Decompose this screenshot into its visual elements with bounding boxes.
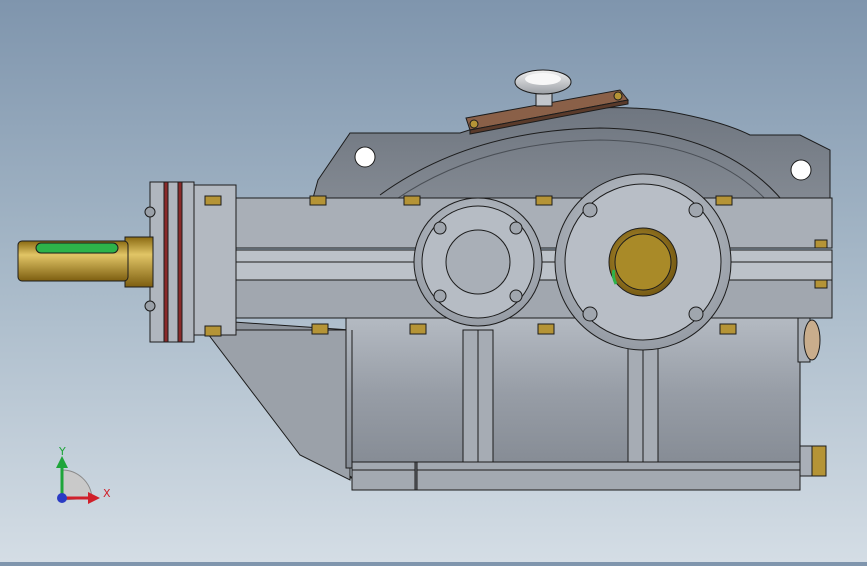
oil-sight-glass [797, 317, 821, 363]
xyz-axis-triad-icon: Y X [56, 445, 111, 504]
lower-housing [203, 317, 801, 491]
triad-y-label: Y [58, 445, 66, 458]
shaft-key [35, 242, 119, 254]
triad-x-label: X [103, 487, 111, 500]
gearbox-model-view: Y X [17, 69, 833, 504]
output-bearing [554, 173, 732, 351]
pinion-bearing [413, 197, 543, 327]
graphics-viewport[interactable]: Y X [0, 0, 867, 562]
oil-drain-plug [799, 445, 827, 477]
input-shaft [17, 236, 154, 288]
